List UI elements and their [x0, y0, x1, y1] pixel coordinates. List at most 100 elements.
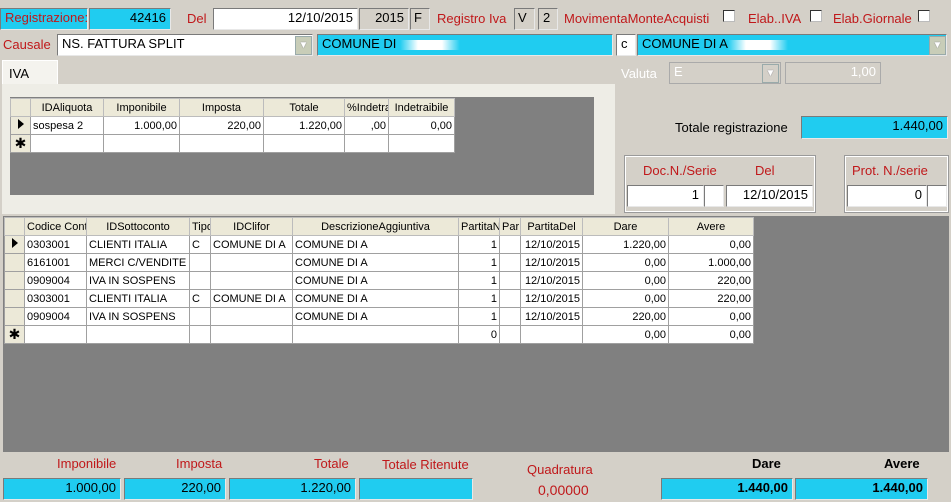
table-cell[interactable]: sospesa 2: [30, 116, 104, 135]
causale-dropdown-button[interactable]: ▼: [295, 36, 312, 55]
table-cell[interactable]: 1: [458, 253, 500, 272]
cliente-dropdown-button[interactable]: ▼: [929, 36, 946, 55]
table-row[interactable]: 6161001 MERCI C/VENDITE COMUNE DI A 1 12/10/…: [4, 253, 754, 272]
table-cell[interactable]: [210, 307, 293, 326]
elab-giornale-checkbox[interactable]: [918, 10, 930, 22]
col-header[interactable]: Par: [499, 217, 521, 236]
col-header[interactable]: IDClifor: [210, 217, 293, 236]
table-cell[interactable]: COMUNE DI A: [292, 271, 459, 290]
table-cell[interactable]: [189, 253, 211, 272]
registro-type-field[interactable]: V: [514, 8, 535, 30]
table-row[interactable]: 0303001 CLIENTI ITALIA C COMUNE DI A COMUNE …: [4, 289, 754, 308]
table-row[interactable]: 0909004 IVA IN SOSPENS COMUNE DI A 1 12/10/2…: [4, 307, 754, 326]
tab-iva[interactable]: IVA: [2, 60, 58, 84]
table-cell[interactable]: 0,00: [388, 116, 455, 135]
table-cell[interactable]: 0303001: [24, 235, 87, 254]
table-cell[interactable]: 1: [458, 235, 500, 254]
table-cell[interactable]: COMUNE DI A: [210, 235, 293, 254]
table-cell[interactable]: 12/10/2015: [520, 235, 583, 254]
table-cell[interactable]: 0,00: [582, 289, 669, 308]
table-cell[interactable]: 12/10/2015: [520, 307, 583, 326]
col-header[interactable]: Indetraibile: [388, 98, 455, 117]
prot-number-field[interactable]: 0: [847, 185, 927, 207]
table-cell[interactable]: [388, 134, 455, 153]
doc-date-field[interactable]: 12/10/2015: [726, 185, 813, 207]
col-header[interactable]: IDSottoconto: [86, 217, 190, 236]
table-cell[interactable]: 1.220,00: [263, 116, 345, 135]
table-row[interactable]: 0909004 IVA IN SOSPENS COMUNE DI A 1 12/10/2…: [4, 271, 754, 290]
table-cell[interactable]: C: [189, 235, 211, 254]
new-row[interactable]: ✱ 0 0,00 0,00: [4, 325, 754, 344]
table-cell[interactable]: 0,00: [668, 235, 754, 254]
table-cell[interactable]: 0,00: [582, 325, 669, 344]
table-cell[interactable]: COMUNE DI A: [210, 289, 293, 308]
table-cell[interactable]: 0303001: [24, 289, 87, 308]
table-cell[interactable]: IVA IN SOSPENS: [86, 271, 190, 290]
new-row[interactable]: ✱: [10, 134, 455, 153]
table-cell[interactable]: [30, 134, 104, 153]
table-cell[interactable]: 220,00: [179, 116, 264, 135]
table-cell[interactable]: 0,00: [668, 307, 754, 326]
table-cell[interactable]: 0,00: [668, 325, 754, 344]
table-cell[interactable]: [499, 307, 521, 326]
table-cell[interactable]: [263, 134, 345, 153]
table-cell[interactable]: [24, 325, 87, 344]
table-cell[interactable]: [210, 253, 293, 272]
col-header[interactable]: Dare: [582, 217, 669, 236]
table-cell[interactable]: 0,00: [582, 253, 669, 272]
table-cell[interactable]: [292, 325, 459, 344]
elab-iva-checkbox[interactable]: [810, 10, 822, 22]
clifor-type-field[interactable]: c: [616, 34, 636, 56]
col-header[interactable]: DescrizioneAggiuntiva: [292, 217, 459, 236]
table-cell[interactable]: 1: [458, 271, 500, 290]
table-cell[interactable]: [499, 235, 521, 254]
table-cell[interactable]: 0,00: [582, 271, 669, 290]
causale-select[interactable]: NS. FATTURA SPLIT: [57, 34, 313, 56]
col-header[interactable]: Totale: [263, 98, 345, 117]
table-cell[interactable]: COMUNE DI A: [292, 235, 459, 254]
date-field[interactable]: 12/10/2015: [213, 8, 358, 30]
table-cell[interactable]: 220,00: [668, 289, 754, 308]
cliente-select[interactable]: COMUNE DI A: [637, 34, 947, 56]
table-cell[interactable]: [189, 325, 211, 344]
table-cell[interactable]: [189, 307, 211, 326]
table-cell[interactable]: [499, 289, 521, 308]
table-cell[interactable]: CLIENTI ITALIA: [86, 289, 190, 308]
table-cell[interactable]: [499, 325, 521, 344]
col-header[interactable]: %Indetra: [344, 98, 389, 117]
registro-number-field[interactable]: 2: [538, 8, 558, 30]
col-header[interactable]: Avere: [668, 217, 754, 236]
table-cell[interactable]: 220,00: [582, 307, 669, 326]
table-cell[interactable]: [499, 271, 521, 290]
col-header[interactable]: Imposta: [179, 98, 264, 117]
doc-serie-field[interactable]: [704, 185, 724, 207]
table-cell[interactable]: 12/10/2015: [520, 253, 583, 272]
table-cell[interactable]: [103, 134, 180, 153]
col-header[interactable]: Imponibile: [103, 98, 180, 117]
col-header[interactable]: IDAliquota: [30, 98, 104, 117]
table-cell[interactable]: C: [189, 289, 211, 308]
table-cell[interactable]: [179, 134, 264, 153]
table-cell[interactable]: COMUNE DI A: [292, 289, 459, 308]
col-header[interactable]: Tipo: [189, 217, 211, 236]
table-cell[interactable]: [520, 325, 583, 344]
col-header[interactable]: Codice Cont: [24, 217, 87, 236]
table-cell[interactable]: 1: [458, 289, 500, 308]
registrazione-number-field[interactable]: 42416: [89, 8, 171, 30]
prot-serie-field[interactable]: [927, 185, 947, 207]
movimenta-checkbox[interactable]: [723, 10, 735, 22]
table-cell[interactable]: [86, 325, 190, 344]
table-cell[interactable]: ,00: [344, 116, 389, 135]
valuta-dropdown-button[interactable]: ▼: [762, 64, 779, 83]
table-cell[interactable]: 0909004: [24, 307, 87, 326]
table-cell[interactable]: CLIENTI ITALIA: [86, 235, 190, 254]
table-cell[interactable]: 220,00: [668, 271, 754, 290]
table-cell[interactable]: COMUNE DI A: [292, 253, 459, 272]
table-cell[interactable]: 1.220,00: [582, 235, 669, 254]
table-cell[interactable]: 0909004: [24, 271, 87, 290]
table-cell[interactable]: 1.000,00: [668, 253, 754, 272]
table-row[interactable]: sospesa 2 1.000,00 220,00 1.220,00 ,00 0…: [10, 116, 455, 135]
table-cell[interactable]: [344, 134, 389, 153]
table-cell[interactable]: [210, 325, 293, 344]
table-cell[interactable]: IVA IN SOSPENS: [86, 307, 190, 326]
